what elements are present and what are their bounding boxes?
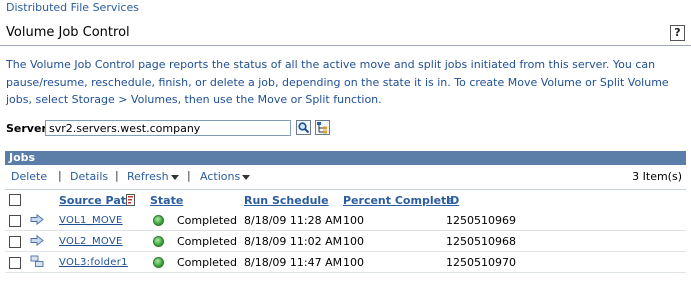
schedule-value: 8/18/09 11:28 AM [244, 214, 343, 227]
state-value: Completed [177, 256, 237, 269]
page-title: Volume Job Control [6, 25, 130, 40]
source-path-link[interactable]: VOL2_MOVE [59, 236, 123, 247]
row-checkbox[interactable] [9, 257, 21, 269]
column-source-path[interactable]: Source Path [59, 194, 134, 207]
jobs-toolbar: Delete | Details | Refresh | Actions 3 I… [5, 165, 686, 190]
status-ok-icon [153, 215, 164, 226]
row-checkbox[interactable] [9, 236, 21, 248]
schedule-value: 8/18/09 11:47 AM [244, 256, 343, 269]
row-checkbox[interactable] [9, 215, 21, 227]
chevron-down-icon [170, 174, 179, 180]
page-description: The Volume Job Control page reports the … [6, 58, 669, 106]
percent-value: 100 [343, 214, 364, 227]
percent-value: 100 [343, 256, 364, 269]
column-state[interactable]: State [150, 194, 183, 207]
jobs-section: Jobs Delete | Details | Refresh | Action… [5, 151, 686, 273]
schedule-value: 8/18/09 11:02 AM [244, 235, 343, 248]
refresh-menu[interactable]: Refresh [127, 170, 179, 183]
breadcrumb[interactable]: Distributed File Services [6, 1, 139, 14]
refresh-label: Refresh [127, 170, 169, 183]
id-value: 1250510969 [446, 214, 516, 227]
details-button[interactable]: Details [70, 170, 108, 183]
move-arrow-icon [30, 213, 44, 228]
jobs-section-title: Jobs [5, 151, 686, 165]
column-percent-complete[interactable]: Percent Complete [343, 194, 454, 207]
move-arrow-icon [30, 234, 44, 249]
actions-label: Actions [200, 170, 241, 183]
server-input[interactable] [45, 120, 291, 136]
id-value: 1250510970 [446, 256, 516, 269]
actions-menu[interactable]: Actions [200, 170, 251, 183]
browse-tree-icon[interactable] [315, 120, 330, 135]
percent-value: 100 [343, 235, 364, 248]
table-header: Source Path State Run Schedule Percent C… [5, 190, 686, 210]
source-path-link[interactable]: VOL3:folder1 [59, 257, 128, 268]
row-divider [5, 272, 686, 273]
sort-descending-icon[interactable] [126, 194, 135, 209]
table-row[interactable]: VOL1_MOVE Completed 8/18/09 11:28 AM 100… [5, 210, 686, 231]
title-divider [0, 45, 691, 46]
help-button[interactable]: ? [670, 25, 685, 41]
state-value: Completed [177, 214, 237, 227]
title-bar: Volume Job Control ? [0, 20, 691, 47]
column-run-schedule[interactable]: Run Schedule [244, 194, 329, 207]
toolbar-separator: | [115, 169, 119, 182]
select-all-checkbox[interactable] [9, 194, 21, 206]
toolbar-separator: | [58, 169, 62, 182]
search-icon[interactable] [296, 120, 311, 135]
split-volume-icon [30, 255, 44, 271]
delete-button[interactable]: Delete [11, 170, 47, 183]
item-count: 3 Item(s) [632, 170, 682, 183]
table-row[interactable]: VOL2_MOVE Completed 8/18/09 11:02 AM 100… [5, 231, 686, 252]
source-path-link[interactable]: VOL1_MOVE [59, 215, 123, 226]
status-ok-icon [153, 257, 164, 268]
column-id[interactable]: ID [446, 194, 459, 207]
id-value: 1250510968 [446, 235, 516, 248]
status-ok-icon [153, 236, 164, 247]
toolbar-separator: | [187, 169, 191, 182]
chevron-down-icon [242, 174, 251, 180]
state-value: Completed [177, 235, 237, 248]
table-row[interactable]: VOL3:folder1 Completed 8/18/09 11:47 AM … [5, 252, 686, 273]
